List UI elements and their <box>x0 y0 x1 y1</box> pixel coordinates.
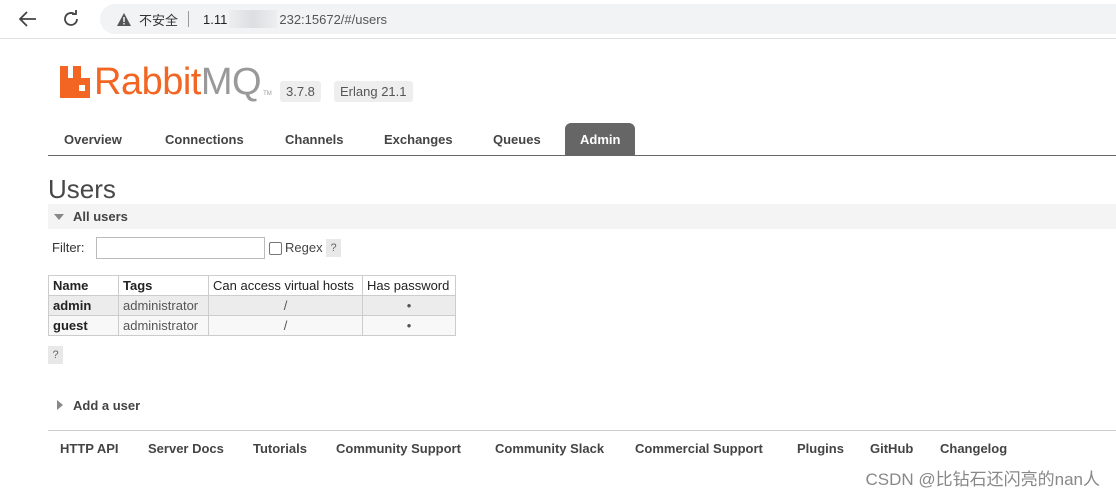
warning-icon <box>117 12 131 26</box>
tab-exchanges[interactable]: Exchanges <box>369 123 468 155</box>
table-header-row: Name Tags Can access virtual hosts Has p… <box>48 275 456 296</box>
add-user-toggle[interactable]: Add a user <box>48 394 1116 416</box>
main-tabs: Overview Connections Channels Exchanges … <box>48 123 1116 156</box>
version-badge: 3.7.8 <box>280 81 321 102</box>
tab-admin[interactable]: Admin <box>565 123 636 155</box>
security-status: 不安全 <box>139 12 179 28</box>
back-arrow-icon[interactable] <box>15 6 41 32</box>
users-table: Name Tags Can access virtual hosts Has p… <box>48 275 456 336</box>
logo-rabbit-text: Rabbit <box>94 61 201 103</box>
footer-link-plugins[interactable]: Plugins <box>797 441 844 456</box>
tab-queues[interactable]: Queues <box>478 123 556 155</box>
page-title: Users <box>48 174 116 204</box>
footer-link-changelog[interactable]: Changelog <box>940 441 1007 456</box>
table-row: guest administrator / • <box>48 315 456 336</box>
footer-link-community-slack[interactable]: Community Slack <box>495 441 604 456</box>
column-header-vhosts[interactable]: Can access virtual hosts <box>208 275 363 296</box>
tab-channels[interactable]: Channels <box>270 123 359 155</box>
table-help-button[interactable]: ? <box>48 346 63 364</box>
redacted-url-segment <box>229 10 278 28</box>
user-has-password: • <box>362 315 456 336</box>
all-users-toggle[interactable]: All users <box>48 204 1116 229</box>
filter-help-button[interactable]: ? <box>326 239 341 257</box>
footer: HTTP API Server Docs Tutorials Community… <box>48 430 1116 465</box>
footer-link-tutorials[interactable]: Tutorials <box>253 441 307 456</box>
footer-link-github[interactable]: GitHub <box>870 441 913 456</box>
table-row: admin administrator / • <box>48 295 456 316</box>
user-name-link[interactable]: guest <box>48 315 119 336</box>
url-host: 1.11 <box>203 11 228 27</box>
footer-link-server-docs[interactable]: Server Docs <box>148 441 224 456</box>
footer-link-http-api[interactable]: HTTP API <box>60 441 119 456</box>
filter-input[interactable] <box>96 237 265 259</box>
browser-toolbar: 不安全 1.11 232:15672/#/users <box>0 0 1116 39</box>
reload-icon[interactable] <box>58 6 84 32</box>
user-tags: administrator <box>118 295 209 316</box>
user-has-password: • <box>362 295 456 316</box>
regex-label: Regex <box>285 240 323 255</box>
divider <box>188 11 190 27</box>
user-name-link[interactable]: admin <box>48 295 119 316</box>
add-user-label: Add a user <box>73 397 141 413</box>
tab-connections[interactable]: Connections <box>150 123 259 155</box>
trademark: TM <box>263 91 272 97</box>
tab-overview[interactable]: Overview <box>49 123 137 155</box>
rabbitmq-logo-icon <box>60 66 90 98</box>
filter-label: Filter: <box>52 240 85 255</box>
erlang-badge: Erlang 21.1 <box>334 81 413 102</box>
user-vhosts: / <box>208 295 363 316</box>
column-header-has-password[interactable]: Has password <box>362 275 456 296</box>
all-users-label: All users <box>73 209 128 224</box>
triangle-right-icon <box>57 400 63 410</box>
triangle-down-icon <box>54 213 64 220</box>
footer-link-community-support[interactable]: Community Support <box>336 441 461 456</box>
footer-link-commercial-support[interactable]: Commercial Support <box>635 441 763 456</box>
address-bar[interactable]: 不安全 1.11 232:15672/#/users <box>100 4 1116 34</box>
logo-mq-text: MQ <box>200 61 262 103</box>
url-path: 232:15672/#/users <box>279 11 388 27</box>
column-header-name[interactable]: Name <box>48 275 119 296</box>
user-tags: administrator <box>118 315 209 336</box>
user-vhosts: / <box>208 315 363 336</box>
watermark: CSDN @比钻石还闪亮的nan人 <box>865 470 1100 489</box>
rabbitmq-logo[interactable]: Rabbit MQ TM <box>60 61 272 103</box>
regex-checkbox[interactable] <box>269 242 282 255</box>
column-header-tags[interactable]: Tags <box>118 275 209 296</box>
